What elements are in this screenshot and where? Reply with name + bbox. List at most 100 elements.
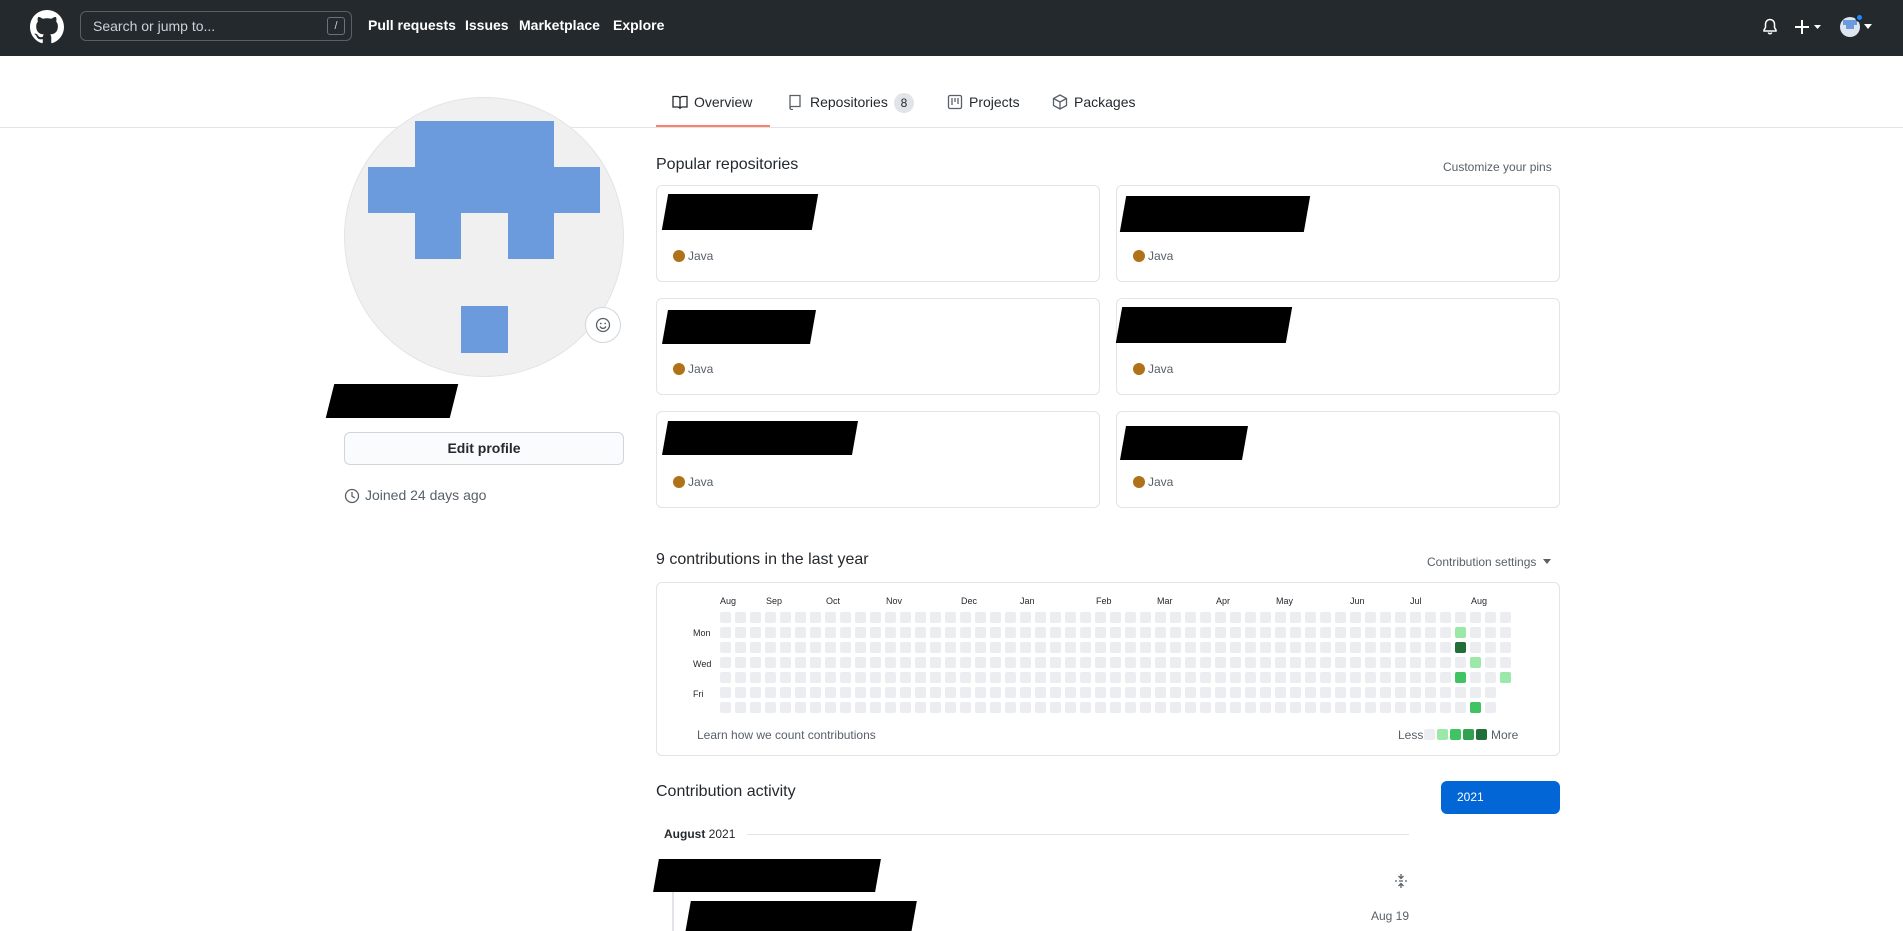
contribution-day-cell[interactable] [1215, 627, 1226, 638]
contribution-day-cell[interactable] [1140, 672, 1151, 683]
repo-card[interactable]: Java [656, 185, 1100, 282]
nav-explore[interactable]: Explore [613, 17, 664, 33]
contribution-day-cell[interactable] [810, 702, 821, 713]
contribution-day-cell[interactable] [1290, 612, 1301, 623]
contribution-day-cell[interactable] [885, 642, 896, 653]
contribution-day-cell[interactable] [735, 672, 746, 683]
contribution-day-cell[interactable] [765, 612, 776, 623]
contribution-day-cell[interactable] [1470, 687, 1481, 698]
contribution-day-cell[interactable] [780, 642, 791, 653]
contribution-day-cell[interactable] [1485, 657, 1496, 668]
contribution-day-cell[interactable] [1185, 687, 1196, 698]
contribution-day-cell[interactable] [1020, 657, 1031, 668]
contribution-day-cell[interactable] [750, 672, 761, 683]
contribution-day-cell[interactable] [945, 672, 956, 683]
contribution-day-cell[interactable] [1065, 612, 1076, 623]
contribution-day-cell[interactable] [855, 642, 866, 653]
contribution-day-cell[interactable] [990, 657, 1001, 668]
contribution-day-cell[interactable] [1035, 702, 1046, 713]
contribution-day-cell[interactable] [1365, 657, 1376, 668]
contribution-day-cell[interactable] [1335, 612, 1346, 623]
contribution-day-cell[interactable] [1005, 642, 1016, 653]
contribution-day-cell[interactable] [1365, 642, 1376, 653]
contribution-day-cell[interactable] [1410, 612, 1421, 623]
contribution-day-cell[interactable] [780, 672, 791, 683]
contribution-day-cell[interactable] [1260, 642, 1271, 653]
contribution-day-cell[interactable] [765, 657, 776, 668]
contribution-day-cell[interactable] [1035, 627, 1046, 638]
contribution-day-cell[interactable] [1290, 687, 1301, 698]
contribution-day-cell[interactable] [1260, 672, 1271, 683]
contribution-day-cell[interactable] [885, 612, 896, 623]
contribution-day-cell[interactable] [1005, 627, 1016, 638]
contribution-day-cell[interactable] [1095, 687, 1106, 698]
contribution-day-cell[interactable] [1440, 642, 1451, 653]
repo-card[interactable]: Java [656, 411, 1100, 508]
contribution-day-cell[interactable] [1215, 657, 1226, 668]
contribution-day-cell[interactable] [1260, 687, 1271, 698]
contribution-day-cell[interactable] [1140, 642, 1151, 653]
contribution-day-cell[interactable] [1125, 672, 1136, 683]
contribution-day-cell[interactable] [750, 702, 761, 713]
contribution-day-cell[interactable] [1455, 642, 1466, 653]
contribution-day-cell[interactable] [1005, 702, 1016, 713]
contribution-day-cell[interactable] [1020, 612, 1031, 623]
contribution-day-cell[interactable] [1110, 642, 1121, 653]
contribution-day-cell[interactable] [1485, 687, 1496, 698]
contribution-day-cell[interactable] [720, 657, 731, 668]
contribution-day-cell[interactable] [810, 657, 821, 668]
contribution-day-cell[interactable] [1080, 657, 1091, 668]
contribution-day-cell[interactable] [1440, 687, 1451, 698]
contribution-day-cell[interactable] [1260, 627, 1271, 638]
contribution-day-cell[interactable] [765, 642, 776, 653]
contribution-day-cell[interactable] [1110, 702, 1121, 713]
nav-marketplace[interactable]: Marketplace [519, 17, 600, 33]
contribution-day-cell[interactable] [1065, 657, 1076, 668]
contribution-day-cell[interactable] [1230, 612, 1241, 623]
contribution-day-cell[interactable] [855, 627, 866, 638]
contribution-day-cell[interactable] [1275, 612, 1286, 623]
contribution-day-cell[interactable] [1005, 612, 1016, 623]
contribution-day-cell[interactable] [810, 672, 821, 683]
contribution-day-cell[interactable] [1155, 612, 1166, 623]
contribution-day-cell[interactable] [795, 657, 806, 668]
contribution-day-cell[interactable] [975, 642, 986, 653]
contribution-day-cell[interactable] [1185, 612, 1196, 623]
contribution-day-cell[interactable] [840, 702, 851, 713]
contribution-day-cell[interactable] [765, 702, 776, 713]
contribution-day-cell[interactable] [1095, 612, 1106, 623]
contribution-day-cell[interactable] [1200, 642, 1211, 653]
contribution-day-cell[interactable] [915, 672, 926, 683]
contribution-day-cell[interactable] [1215, 612, 1226, 623]
contribution-day-cell[interactable] [1065, 702, 1076, 713]
contribution-day-cell[interactable] [960, 702, 971, 713]
contribution-day-cell[interactable] [1050, 702, 1061, 713]
contribution-day-cell[interactable] [810, 687, 821, 698]
contribution-day-cell[interactable] [1125, 687, 1136, 698]
contribution-day-cell[interactable] [1425, 672, 1436, 683]
contribution-day-cell[interactable] [1485, 702, 1496, 713]
contribution-day-cell[interactable] [1305, 642, 1316, 653]
contribution-day-cell[interactable] [1305, 657, 1316, 668]
contribution-day-cell[interactable] [1410, 702, 1421, 713]
year-filter-button[interactable]: 2021 [1441, 781, 1560, 814]
contribution-day-cell[interactable] [1110, 687, 1121, 698]
contribution-day-cell[interactable] [1290, 672, 1301, 683]
contribution-day-cell[interactable] [1245, 657, 1256, 668]
repo-card[interactable]: Java [1116, 411, 1560, 508]
contribution-day-cell[interactable] [1350, 672, 1361, 683]
contribution-day-cell[interactable] [1005, 672, 1016, 683]
contribution-day-cell[interactable] [1035, 687, 1046, 698]
nav-pull-requests[interactable]: Pull requests [368, 17, 456, 33]
contribution-day-cell[interactable] [1380, 612, 1391, 623]
contribution-day-cell[interactable] [1050, 612, 1061, 623]
contribution-day-cell[interactable] [720, 627, 731, 638]
contribution-day-cell[interactable] [735, 702, 746, 713]
contribution-day-cell[interactable] [1185, 627, 1196, 638]
contribution-day-cell[interactable] [1425, 642, 1436, 653]
contribution-day-cell[interactable] [1485, 642, 1496, 653]
contribution-day-cell[interactable] [1275, 672, 1286, 683]
contribution-day-cell[interactable] [840, 657, 851, 668]
contribution-day-cell[interactable] [1320, 687, 1331, 698]
contribution-day-cell[interactable] [885, 627, 896, 638]
